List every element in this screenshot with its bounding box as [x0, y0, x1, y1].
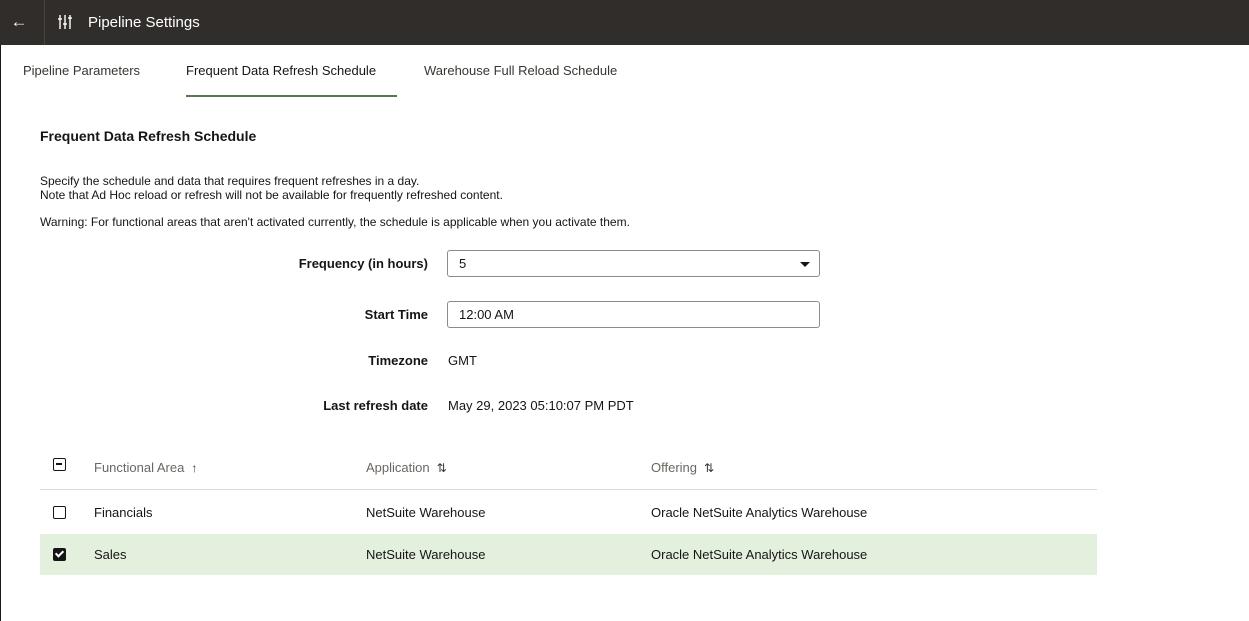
sort-icon: ⇅ — [436, 461, 447, 475]
cell-application: NetSuite Warehouse — [366, 505, 486, 520]
row-checkbox[interactable] — [53, 548, 66, 561]
timezone-value: GMT — [448, 353, 477, 368]
tab-bar: Pipeline Parameters Frequent Data Refres… — [0, 45, 1249, 97]
sort-icon: ⇅ — [704, 461, 715, 475]
column-header-label: Application — [366, 460, 430, 475]
cell-application: NetSuite Warehouse — [366, 547, 486, 562]
table-row[interactable]: Financials NetSuite Warehouse Oracle Net… — [40, 492, 1097, 533]
cell-functional-area: Financials — [94, 505, 153, 520]
frequency-select[interactable]: 5 — [447, 250, 820, 277]
title-separator — [44, 0, 45, 45]
cell-offering: Oracle NetSuite Analytics Warehouse — [651, 505, 868, 520]
frequency-value: 5 — [459, 256, 467, 271]
sort-ascending-icon: ↑ — [191, 461, 198, 475]
page-title: Pipeline Settings — [88, 14, 200, 31]
column-header-functional-area[interactable]: Functional Area ↑ — [94, 460, 197, 475]
column-header-offering[interactable]: Offering ⇅ — [651, 460, 714, 475]
table-header: Functional Area ↑ Application ⇅ Offering ⇅ — [40, 444, 1097, 490]
select-all-checkbox[interactable] — [53, 458, 66, 471]
timezone-label: Timezone — [368, 353, 428, 368]
column-header-label: Functional Area — [94, 460, 185, 475]
last-refresh-value: May 29, 2023 05:10:07 PM PDT — [448, 398, 634, 413]
section-title: Frequent Data Refresh Schedule — [40, 128, 257, 144]
column-header-label: Offering — [651, 460, 698, 475]
tab-frequent-data-refresh-schedule[interactable]: Frequent Data Refresh Schedule — [186, 62, 397, 97]
frequency-label: Frequency (in hours) — [298, 256, 428, 271]
start-time-label: Start Time — [364, 307, 428, 322]
description-line-2: Note that Ad Hoc reload or refresh will … — [40, 188, 503, 202]
back-button[interactable]: ← — [6, 8, 32, 36]
warning-text: Warning: For functional areas that aren'… — [40, 215, 630, 229]
sliders-icon — [58, 15, 72, 29]
last-refresh-label: Last refresh date — [323, 398, 428, 413]
cell-functional-area: Sales — [94, 547, 127, 562]
row-checkbox[interactable] — [53, 506, 66, 519]
tab-warehouse-full-reload-schedule[interactable]: Warehouse Full Reload Schedule — [424, 62, 617, 97]
column-header-application[interactable]: Application ⇅ — [366, 460, 447, 475]
description-line-1: Specify the schedule and data that requi… — [40, 174, 420, 188]
tab-pipeline-parameters[interactable]: Pipeline Parameters — [23, 62, 140, 97]
cell-offering: Oracle NetSuite Analytics Warehouse — [651, 547, 868, 562]
table-row[interactable]: Sales NetSuite Warehouse Oracle NetSuite… — [40, 534, 1097, 575]
caret-down-icon — [800, 262, 810, 267]
title-bar: ← Pipeline Settings — [0, 0, 1249, 45]
start-time-input[interactable] — [447, 301, 820, 328]
arrow-left-icon: ← — [10, 12, 28, 31]
